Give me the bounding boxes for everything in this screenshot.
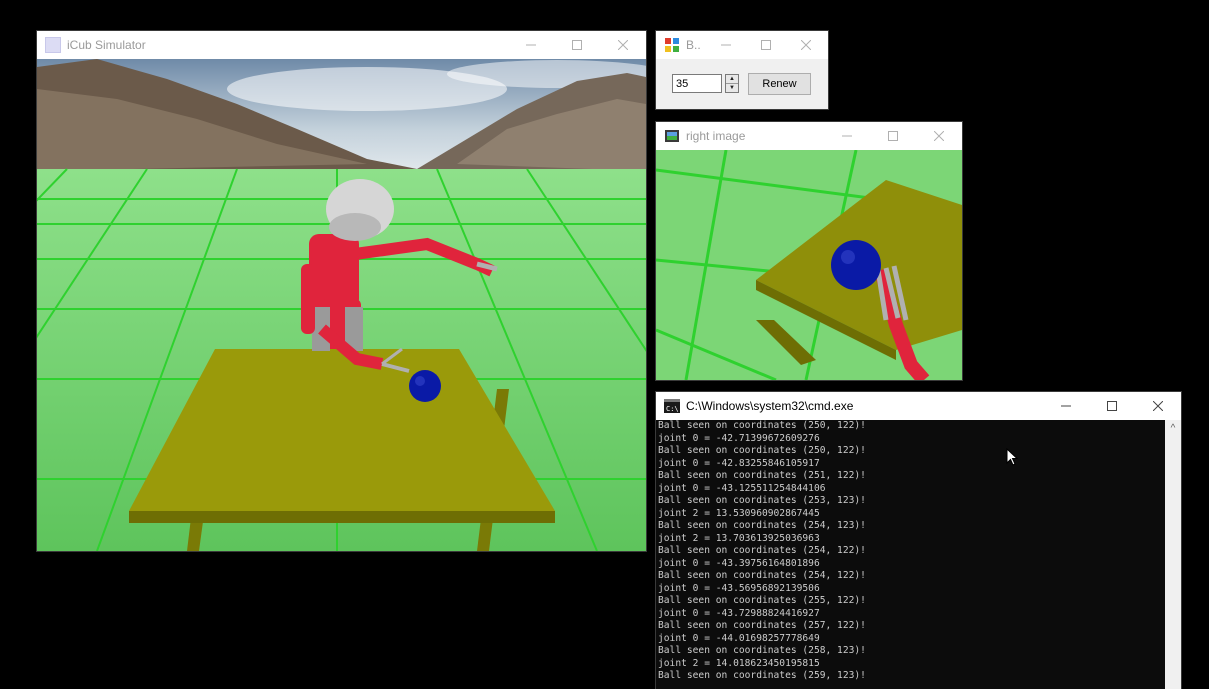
- camera-image: [656, 150, 962, 380]
- console-line: Ball seen on coordinates (250, 122)!: [658, 445, 866, 456]
- simulator-titlebar[interactable]: iCub Simulator: [37, 31, 646, 59]
- console-line: Ball seen on coordinates (255, 122)!: [658, 595, 866, 606]
- svg-text:C:\: C:\: [666, 405, 679, 413]
- console-line: joint 0 = -43.125511254844106: [658, 482, 826, 494]
- minimize-icon: [526, 44, 536, 46]
- control-title: B..: [686, 38, 701, 52]
- minimize-button[interactable]: [508, 31, 554, 59]
- console-line: Ball seen on coordinates (254, 122)!: [658, 570, 866, 581]
- console-output[interactable]: Ball seen on coordinates (250, 122)! join…: [656, 420, 1165, 689]
- control-titlebar[interactable]: B..: [656, 31, 828, 59]
- scroll-up-icon[interactable]: ^: [1165, 423, 1181, 434]
- console-line: Ball seen on coordinates (253, 123)!: [658, 495, 866, 506]
- close-icon: [1153, 401, 1163, 411]
- camera-ball: [831, 240, 881, 290]
- console-line: Ball seen on coordinates (251, 122)!: [658, 470, 866, 481]
- console-line: joint 2 = 14.018623450195815: [658, 657, 820, 669]
- cmd-titlebar[interactable]: C:\ C:\Windows\system32\cmd.exe: [656, 392, 1181, 420]
- close-button[interactable]: [916, 122, 962, 150]
- console-line: Ball seen on coordinates (254, 123)!: [658, 520, 866, 531]
- control-client: ▲ ▼ Renew: [656, 59, 828, 109]
- maximize-button[interactable]: [746, 31, 786, 59]
- maximize-icon: [761, 40, 771, 50]
- right-image-title: right image: [686, 129, 746, 143]
- console-scrollbar[interactable]: ^: [1165, 420, 1181, 689]
- console-line: Ball seen on coordinates (259, 123)!: [658, 670, 866, 681]
- console-line: joint 0 = -44.01698257778649: [658, 632, 820, 644]
- minimize-icon: [842, 135, 852, 137]
- renew-button[interactable]: Renew: [748, 73, 811, 95]
- maximize-icon: [1107, 401, 1117, 411]
- control-window[interactable]: B.. ▲ ▼ Renew: [656, 31, 828, 109]
- console-icon: C:\: [664, 398, 680, 414]
- close-icon: [618, 40, 628, 50]
- spinbox-arrows[interactable]: ▲ ▼: [725, 74, 739, 93]
- ball: [409, 370, 441, 402]
- spin-down-icon[interactable]: ▼: [726, 83, 738, 92]
- right-image-window[interactable]: right image: [656, 122, 962, 380]
- simulator-window[interactable]: iCub Simulator: [37, 31, 646, 551]
- right-image-titlebar[interactable]: right image: [656, 122, 962, 150]
- console-line: Ball seen on coordinates (258, 123)!: [658, 645, 866, 656]
- maximize-button[interactable]: [1089, 392, 1135, 420]
- minimize-button[interactable]: [706, 31, 746, 59]
- console-line: joint 0 = -42.71399672609276: [658, 432, 820, 444]
- simulation-scene: [37, 59, 646, 551]
- close-icon: [934, 131, 944, 141]
- maximize-button[interactable]: [554, 31, 600, 59]
- simulator-viewport[interactable]: [37, 59, 646, 551]
- spin-up-icon[interactable]: ▲: [726, 75, 738, 83]
- minimize-button[interactable]: [824, 122, 870, 150]
- close-icon: [801, 40, 811, 50]
- app-icon: [45, 37, 61, 53]
- close-button[interactable]: [600, 31, 646, 59]
- console-line: joint 2 = 13.703613925036963: [658, 532, 820, 544]
- cmd-title: C:\Windows\system32\cmd.exe: [686, 399, 854, 413]
- cmd-window[interactable]: C:\ C:\Windows\system32\cmd.exe Ball see…: [656, 392, 1181, 689]
- camera-view-icon: [664, 128, 680, 144]
- right-image-view: [656, 150, 962, 380]
- maximize-icon: [572, 40, 582, 50]
- console-line: joint 0 = -43.72988824416927: [658, 607, 820, 619]
- close-button[interactable]: [786, 31, 826, 59]
- maximize-button[interactable]: [870, 122, 916, 150]
- console-line: joint 2 = 13.530960902867445: [658, 507, 820, 519]
- minimize-icon: [721, 44, 731, 46]
- console-line: Ball seen on coordinates (250, 122)!: [658, 420, 866, 431]
- maximize-icon: [888, 131, 898, 141]
- console-line: Ball seen on coordinates (257, 122)!: [658, 620, 866, 631]
- threshold-spinbox-input[interactable]: [672, 74, 722, 93]
- mouse-cursor-icon: [1006, 448, 1019, 466]
- app-icon: [664, 37, 680, 53]
- console-line: joint 0 = -43.56956892139506: [658, 582, 820, 594]
- console-line: joint 0 = -42.83255846105917: [658, 457, 820, 469]
- close-button[interactable]: [1135, 392, 1181, 420]
- console-line: Ball seen on coordinates (254, 122)!: [658, 545, 866, 556]
- minimize-button[interactable]: [1043, 392, 1089, 420]
- console-line: joint 0 = -43.39756164801896: [658, 557, 820, 569]
- simulator-title: iCub Simulator: [67, 38, 146, 52]
- minimize-icon: [1061, 405, 1071, 407]
